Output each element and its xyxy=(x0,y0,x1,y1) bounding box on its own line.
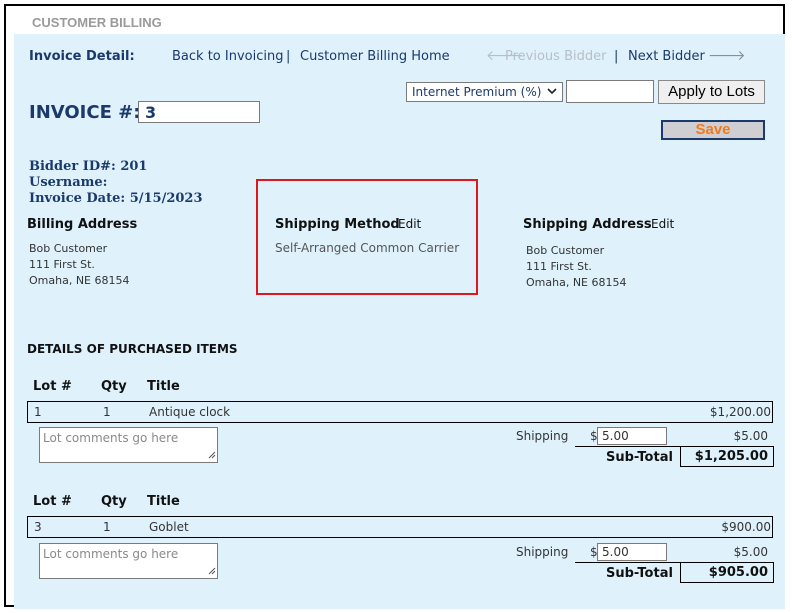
previous-bidder-link[interactable]: Previous Bidder xyxy=(505,49,606,64)
lot-number: 3 xyxy=(34,520,42,534)
shipping-address-street: 111 First St. xyxy=(526,260,592,273)
resize-grip-icon[interactable] xyxy=(207,566,216,578)
username: Username: xyxy=(29,175,108,190)
subtotal-value: $1,205.00 xyxy=(680,446,774,467)
invoice-detail-label: Invoice Detail: xyxy=(29,49,135,64)
lot-price: $1,200.00 xyxy=(709,405,771,419)
invoice-number-input[interactable]: 3 xyxy=(138,101,260,123)
apply-to-lots-button[interactable]: Apply to Lots xyxy=(658,80,765,104)
shipping-method-heading: Shipping Method xyxy=(275,217,400,232)
bidder-id: Bidder ID#: 201 xyxy=(29,159,148,174)
lot-title: Antique clock xyxy=(149,405,231,419)
column-title: Title xyxy=(147,379,180,394)
lot-number: 1 xyxy=(34,405,42,419)
table-row xyxy=(27,401,773,423)
billing-address-city: Omaha, NE 68154 xyxy=(29,274,130,287)
lot-comment-input[interactable]: Lot comments go here xyxy=(39,543,218,579)
nav-separator-2: | xyxy=(614,49,619,64)
column-title: Title xyxy=(147,494,180,509)
lot-price: $900.00 xyxy=(721,520,771,534)
column-qty: Qty xyxy=(101,494,127,509)
back-to-invoicing-link[interactable]: Back to Invoicing xyxy=(172,49,283,64)
shipping-method-highlight xyxy=(256,179,478,295)
shipping-address-heading: Shipping Address xyxy=(523,217,652,232)
column-lot: Lot # xyxy=(33,494,72,509)
shipping-cost-input[interactable]: 5.00 xyxy=(597,427,667,445)
premium-type-select[interactable]: Internet Premium (%) xyxy=(406,82,563,102)
premium-percent-input[interactable] xyxy=(566,80,654,103)
nav-separator: | xyxy=(286,49,291,64)
subtotal-label: Sub-Total xyxy=(606,450,673,465)
invoice-date: Invoice Date: 5/15/2023 xyxy=(29,191,203,206)
page-header-title: CUSTOMER BILLING xyxy=(32,15,162,30)
table-row xyxy=(27,516,773,538)
invoice-number-label: INVOICE #: xyxy=(29,102,141,123)
column-qty: Qty xyxy=(101,379,127,394)
shipping-address-city: Omaha, NE 68154 xyxy=(526,276,627,289)
resize-grip-icon[interactable] xyxy=(207,450,216,462)
subtotal-value: $905.00 xyxy=(680,562,774,583)
shipping-label: Shipping xyxy=(516,545,569,559)
purchased-items-heading: DETAILS OF PURCHASED ITEMS xyxy=(27,342,238,356)
billing-address-heading: Billing Address xyxy=(27,217,138,232)
shipping-address-name: Bob Customer xyxy=(526,244,605,257)
subtotal-label: Sub-Total xyxy=(606,566,673,581)
save-button[interactable]: Save xyxy=(661,120,765,140)
lot-title: Goblet xyxy=(149,520,189,534)
shipping-label: Shipping xyxy=(516,429,569,443)
chevron-down-icon xyxy=(546,84,558,101)
lot-comment-input[interactable]: Lot comments go here xyxy=(39,427,218,463)
lot-qty: 1 xyxy=(103,405,111,419)
arrow-right-icon: 🡒 xyxy=(708,48,746,64)
lot-comment-placeholder: Lot comments go here xyxy=(43,431,179,445)
billing-address-name: Bob Customer xyxy=(29,242,108,255)
lot-comment-placeholder: Lot comments go here xyxy=(43,547,179,561)
shipping-cost-input[interactable]: 5.00 xyxy=(597,543,667,561)
shipping-amount: $5.00 xyxy=(733,545,768,559)
shipping-amount: $5.00 xyxy=(733,429,768,443)
next-bidder-link[interactable]: Next Bidder xyxy=(628,49,705,64)
billing-address-street: 111 First St. xyxy=(29,258,95,271)
column-lot: Lot # xyxy=(33,379,72,394)
shipping-method-edit-link[interactable]: Edit xyxy=(398,217,421,231)
lot-qty: 1 xyxy=(103,520,111,534)
shipping-address-edit-link[interactable]: Edit xyxy=(651,217,674,231)
customer-billing-home-link[interactable]: Customer Billing Home xyxy=(300,49,450,64)
shipping-method-value: Self-Arranged Common Carrier xyxy=(275,241,460,255)
premium-type-value: Internet Premium (%) xyxy=(412,85,542,99)
